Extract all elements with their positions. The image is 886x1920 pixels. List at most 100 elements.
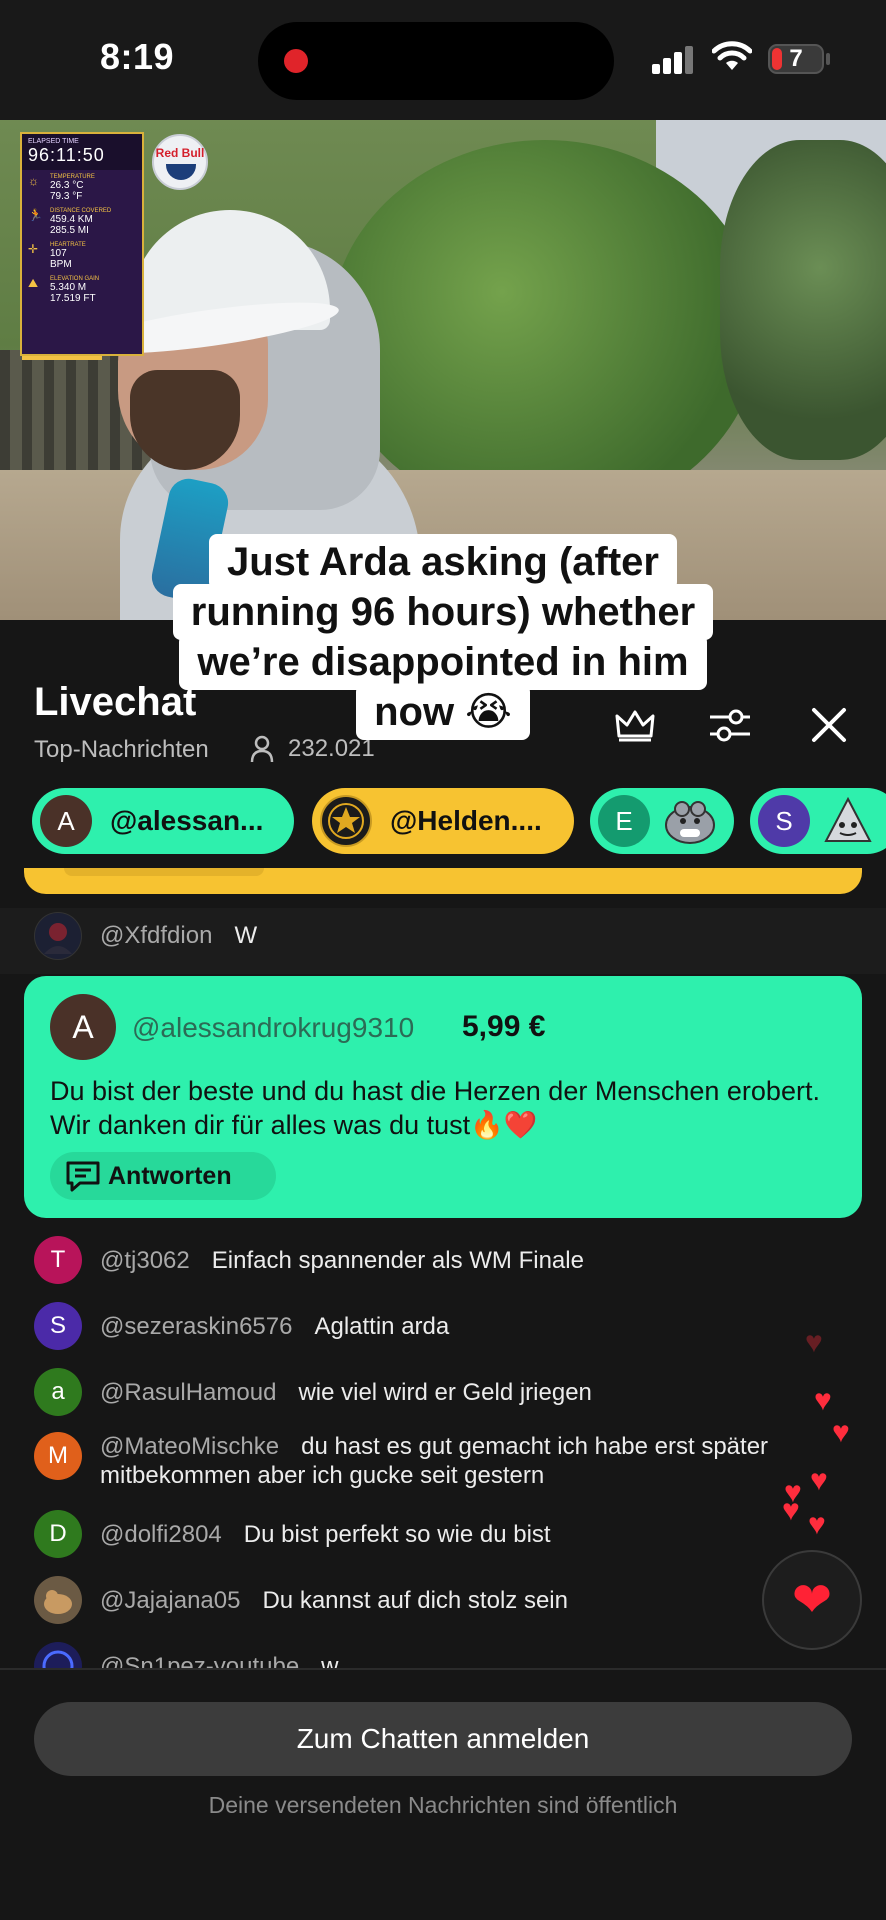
top-messages-filter[interactable]: Top-Nachrichten [34, 736, 209, 764]
superchat-amount: 5,99 € [462, 1010, 546, 1043]
battery-tip [826, 53, 830, 65]
heartrate-value: 107 [50, 248, 67, 259]
status-time: 8:19 [100, 36, 175, 77]
avatar-image-icon [44, 1590, 72, 1614]
chat-text: W [234, 922, 258, 949]
heart-icon: ♥ [805, 1326, 823, 1359]
reply-label: Antworten [108, 1161, 232, 1190]
caption-line: we’re disappointed in him [179, 634, 707, 690]
logo-text: Red Bull [155, 146, 205, 160]
reply-bubble-icon [66, 1161, 100, 1192]
heart-icon: ♥ [810, 1464, 828, 1497]
pinned-chip[interactable]: E [590, 788, 734, 854]
avatar [34, 1576, 82, 1624]
heart-icon: ♥ [814, 1384, 832, 1417]
chat-username[interactable]: @dolfi2804 [100, 1521, 222, 1548]
dynamic-island [258, 22, 614, 100]
pinned-chip-name: @alessan... [110, 805, 264, 836]
avatar: T [34, 1236, 82, 1284]
heart-icon: ❤ [791, 1574, 833, 1627]
helden-logo-icon [328, 803, 364, 839]
run-stats-overlay: ELAPSED TIME 96:11:50 ☼ TEMPERATURE 26.3… [20, 132, 144, 360]
avatar: S [758, 795, 810, 847]
chat-line: @sezeraskin6576 Aglattin arda [100, 1312, 766, 1341]
status-bar: 8:19 7 [0, 0, 886, 120]
red-bull-logo: Red Bull [152, 134, 208, 190]
elapsed-time-box: ELAPSED TIME 96:11:50 [22, 134, 142, 170]
heartrate-unit: BPM [50, 259, 72, 270]
mountain-icon: ⛰ [28, 276, 39, 290]
chat-line: @MateoMischke du hast es gut gemacht ich … [100, 1432, 846, 1490]
mascot-sticker-icon [824, 796, 872, 842]
elapsed-label: ELAPSED TIME [28, 138, 79, 145]
chat-username[interactable]: @MateoMischke [100, 1433, 279, 1460]
previous-superchat-card[interactable] [24, 868, 862, 894]
video-tree [720, 140, 886, 460]
wifi-icon [712, 41, 752, 70]
logo-shield [166, 164, 196, 180]
login-to-chat-button[interactable]: Zum Chatten anmelden [34, 1702, 852, 1776]
chat-line: @Xfdfdion W [100, 921, 766, 950]
progress-bar [22, 356, 102, 360]
avatar-image-icon [44, 923, 72, 954]
avatar: E [598, 795, 650, 847]
reply-button[interactable]: Antworten [50, 1152, 276, 1200]
elevation-stat: ⛰ ELEVATION GAIN 5.340 M 17.519 FT [22, 272, 142, 306]
public-messages-note: Deine versendeten Nachrichten sind öffen… [208, 1792, 678, 1818]
sun-icon: ☼ [28, 174, 39, 188]
heartrate-stat: ✛ HEARTRATE 107 BPM [22, 238, 142, 272]
person-icon [250, 735, 274, 763]
superchat-text: Du bist der beste und du hast die Herzen… [50, 1076, 820, 1140]
superchat-card[interactable]: A @alessandrokrug9310 5,99 € Du bist der… [24, 976, 862, 1218]
page: 8:19 7 ELAPSED TIME 96:11:50 ☼ TEMPERATU… [0, 0, 886, 1920]
pinned-chip[interactable]: @Helden.... [312, 788, 574, 854]
chat-text: Aglattin arda [314, 1313, 450, 1340]
recording-indicator-icon [284, 49, 308, 73]
caption-line: Just Arda asking (after [209, 534, 677, 590]
avatar: a [34, 1368, 82, 1416]
temperature-f: 79.3 °F [50, 191, 83, 202]
viewer-count: 232.021 [250, 734, 375, 764]
avatar: A [50, 994, 116, 1060]
heartbeat-icon: ✛ [28, 242, 39, 256]
chat-text: wie viel wird er Geld jriegen [298, 1379, 592, 1406]
chat-line: @dolfi2804 Du bist perfekt so wie du bist [100, 1520, 766, 1549]
avatar [34, 912, 82, 960]
caption-line: now 😭 [356, 684, 530, 740]
avatar [34, 1642, 82, 1668]
pinned-chip[interactable]: A @alessan... [32, 788, 294, 854]
chat-line: @tj3062 Einfach spannender als WM Finale [100, 1246, 766, 1275]
heart-icon: ♥ [782, 1494, 800, 1527]
helden-logo-avatar [320, 795, 372, 847]
chat-text: w [321, 1653, 339, 1668]
chat-username[interactable]: @Sn1pez-youtube [100, 1653, 299, 1668]
distance-stat: 🏃 DISTANCE COVERED 459.4 KM 285.5 MI [22, 204, 142, 238]
chat-clip: @Sn1pez-youtube w [0, 1640, 886, 1668]
avatar: S [34, 1302, 82, 1350]
chat-username[interactable]: @Jajajana05 [100, 1587, 240, 1614]
avatar: D [34, 1510, 82, 1558]
chat-text: Einfach spannender als WM Finale [211, 1247, 584, 1274]
heart-icon: ♥ [808, 1508, 826, 1541]
avatar: M [34, 1432, 82, 1480]
chat-username[interactable]: @Xfdfdion [100, 922, 212, 949]
chat-username[interactable]: @tj3062 [100, 1247, 190, 1274]
video-tree [330, 140, 760, 520]
chat-line: @RasulHamoud wie viel wird er Geld jriege… [100, 1378, 766, 1407]
battery-icon: 7 [768, 44, 824, 74]
chat-line: @Jajajana05 Du kannst auf dich stolz sein [100, 1586, 766, 1615]
like-heart-button[interactable]: ❤ [762, 1550, 862, 1650]
pinned-chip[interactable]: S [750, 788, 886, 854]
runner-icon: 🏃 [28, 208, 43, 222]
chat-username[interactable]: @sezeraskin6576 [100, 1313, 292, 1340]
pinned-chip-name: @Helden.... [390, 805, 542, 836]
chat-text: Du kannst auf dich stolz sein [262, 1587, 568, 1614]
heart-icon: ♥ [832, 1416, 850, 1449]
chat-username[interactable]: @RasulHamoud [100, 1379, 276, 1406]
elevation-ft: 17.519 FT [50, 293, 96, 304]
superchat-username[interactable]: @alessandrokrug9310 [132, 1012, 414, 1044]
hippo-sticker-icon [665, 801, 715, 844]
temperature-c: 26.3 °C [50, 180, 84, 191]
video-caption: Just Arda asking (after running 96 hours… [0, 534, 886, 740]
battery-level: 7 [789, 45, 803, 72]
